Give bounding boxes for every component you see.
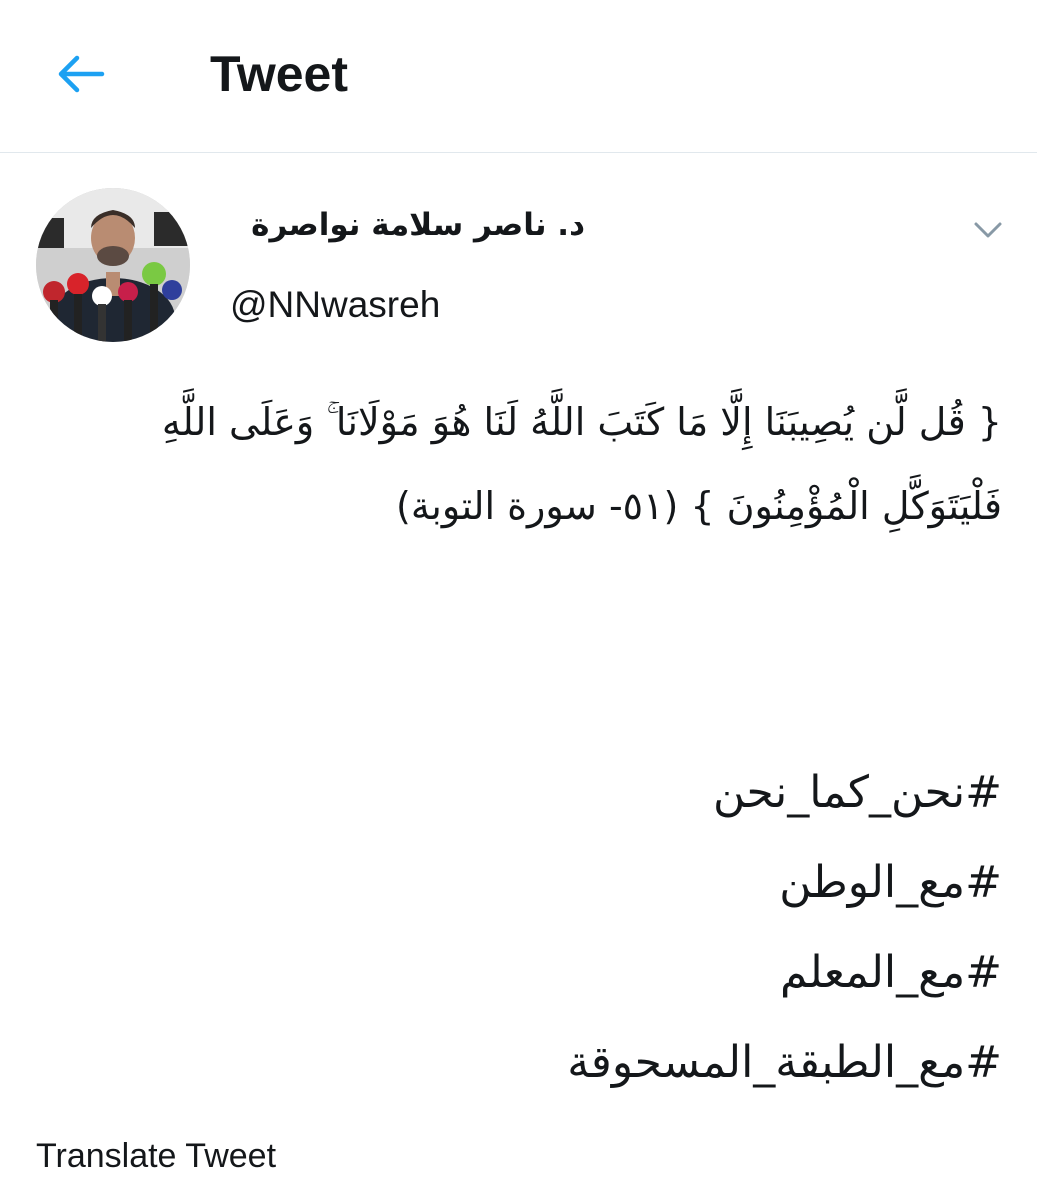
- tweet-body: { قُل لَّن يُصِيبَنَا إِلَّا مَا كَتَبَ …: [30, 380, 1002, 548]
- hashtag-link[interactable]: #نحن_كما_نحن: [30, 748, 1002, 838]
- translate-tweet-link[interactable]: Translate Tweet: [36, 1134, 276, 1178]
- hashtag-list: #نحن_كما_نحن #مع_الوطن #مع_المعلم #مع_ال…: [30, 748, 1002, 1108]
- profile-photo: [36, 188, 190, 342]
- author-display-name[interactable]: د. ناصر سلامة نواصرة: [200, 200, 585, 250]
- chevron-down-icon: [974, 222, 1002, 238]
- tweet-menu-button[interactable]: [966, 210, 1010, 250]
- author-handle[interactable]: @NNwasreh: [230, 282, 440, 328]
- avatar[interactable]: [36, 188, 190, 342]
- tweet-text: { قُل لَّن يُصِيبَنَا إِلَّا مَا كَتَبَ …: [161, 400, 1002, 528]
- hashtag-link[interactable]: #مع_الطبقة_المسحوقة: [30, 1018, 1002, 1108]
- top-bar: Tweet: [0, 0, 1037, 153]
- page-title: Tweet: [210, 46, 348, 102]
- back-button[interactable]: [48, 46, 112, 102]
- arrow-left-icon: [58, 55, 105, 93]
- hashtag-link[interactable]: #مع_الوطن: [30, 838, 1002, 928]
- hashtag-link[interactable]: #مع_المعلم: [30, 928, 1002, 1018]
